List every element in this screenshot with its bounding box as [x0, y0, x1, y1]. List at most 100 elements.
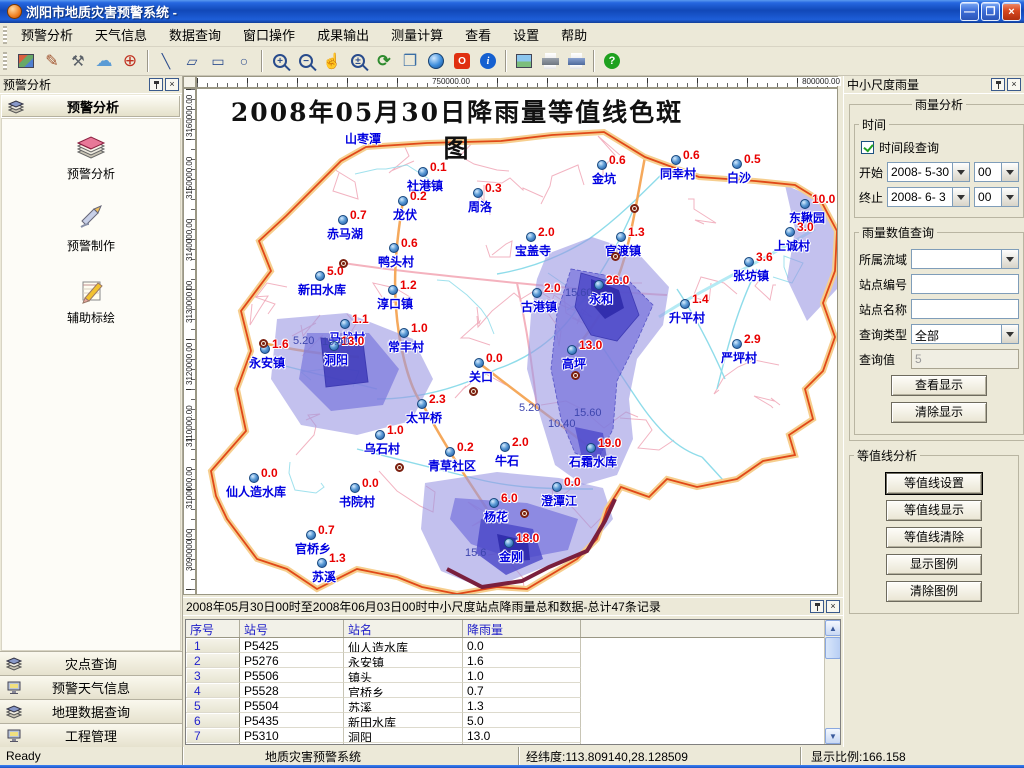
tool-item-2[interactable]: 预警制作: [2, 199, 180, 261]
left-panel-pin-icon[interactable]: [149, 78, 163, 91]
end-date-select[interactable]: 2008- 6- 3: [887, 187, 970, 207]
show-legend-button[interactable]: 显示图例: [886, 554, 982, 575]
show-display-button[interactable]: 查看显示: [891, 375, 987, 396]
map-canvas[interactable]: 2008年05月30日降雨量等值线色斑图 山枣潭0.1社港镇0.3周洛0.6金坑…: [196, 88, 838, 595]
menu-item-4[interactable]: 窗口操作: [232, 22, 306, 47]
station-id-input[interactable]: [911, 274, 1019, 294]
right-panel-close-icon[interactable]: ×: [1007, 78, 1021, 91]
table-row[interactable]: 3P5506镇头1.0: [186, 668, 840, 683]
table-row[interactable]: 8P5315马战村1.1: [186, 743, 840, 745]
station-marker[interactable]: [474, 358, 484, 368]
sidebar-item-4[interactable]: 工程管理: [0, 723, 182, 747]
station-marker[interactable]: [594, 280, 604, 290]
table-row[interactable]: 7P5310洞阳13.0: [186, 728, 840, 743]
hammer-icon[interactable]: ⚒: [66, 49, 90, 73]
chevron-down-icon[interactable]: [952, 188, 969, 206]
station-marker[interactable]: [586, 443, 596, 453]
clear-display-button[interactable]: 清除显示: [891, 402, 987, 423]
layers-map-icon[interactable]: [14, 49, 38, 73]
menu-item-5[interactable]: 成果输出: [306, 22, 380, 47]
station-marker[interactable]: [552, 482, 562, 492]
menu-item-2[interactable]: 天气信息: [84, 22, 158, 47]
clear-legend-button[interactable]: 清除图例: [886, 581, 982, 602]
contour-clear-button[interactable]: 等值线清除: [886, 527, 982, 548]
title-bar[interactable]: 浏阳市地质灾害预警系统 - — ❐ ×: [0, 0, 1024, 23]
chevron-down-icon[interactable]: [1001, 250, 1018, 268]
start-date-select[interactable]: 2008- 5-30: [887, 162, 970, 182]
zoom-in-icon[interactable]: +: [268, 49, 292, 73]
crosshair-icon[interactable]: ⊕: [118, 49, 142, 73]
station-marker[interactable]: [732, 339, 742, 349]
contour-settings-button[interactable]: 等值线设置: [886, 473, 982, 494]
station-marker[interactable]: [417, 399, 427, 409]
station-name-input[interactable]: [911, 299, 1019, 319]
tool-item-3[interactable]: 辅助标绘: [2, 271, 180, 333]
station-marker[interactable]: [800, 199, 810, 209]
maximize-button[interactable]: ❐: [981, 2, 1000, 21]
sidebar-item-1[interactable]: 灾点查询: [0, 651, 182, 675]
globe-icon[interactable]: [424, 49, 448, 73]
zoom-out-icon[interactable]: −: [294, 49, 318, 73]
sidebar-item-2[interactable]: 预警天气信息: [0, 675, 182, 699]
chevron-down-icon[interactable]: [952, 163, 969, 181]
stop-icon[interactable]: O: [450, 49, 474, 73]
station-marker[interactable]: [398, 196, 408, 206]
sidebar-item-3[interactable]: 地理数据查询: [0, 699, 182, 723]
station-marker[interactable]: [315, 271, 325, 281]
left-panel-close-icon[interactable]: ×: [165, 78, 179, 91]
station-marker[interactable]: [532, 288, 542, 298]
station-marker[interactable]: [418, 167, 428, 177]
station-marker[interactable]: [350, 483, 360, 493]
menu-item-8[interactable]: 设置: [502, 22, 550, 47]
help-icon[interactable]: ?: [600, 49, 624, 73]
station-marker[interactable]: [616, 232, 626, 242]
zoom-extent-icon[interactable]: ±: [346, 49, 370, 73]
print-icon[interactable]: [538, 49, 562, 73]
chevron-down-icon[interactable]: [1001, 325, 1018, 343]
table-row[interactable]: 2P5276永安镇1.6: [186, 653, 840, 668]
station-marker[interactable]: [489, 498, 499, 508]
station-marker[interactable]: [680, 299, 690, 309]
contour-show-button[interactable]: 等值线显示: [886, 500, 982, 521]
station-marker[interactable]: [732, 159, 742, 169]
station-marker[interactable]: [375, 430, 385, 440]
ellipse-tool-icon[interactable]: ○: [232, 49, 256, 73]
table-panel-pin-icon[interactable]: [810, 600, 824, 613]
station-marker[interactable]: [306, 530, 316, 540]
chevron-down-icon[interactable]: [1001, 188, 1018, 206]
station-marker[interactable]: [389, 243, 399, 253]
table-row[interactable]: 4P5528官桥乡0.7: [186, 683, 840, 698]
table-panel-close-icon[interactable]: ×: [826, 600, 840, 613]
refresh-page-icon[interactable]: ⟳: [372, 49, 396, 73]
menu-item-3[interactable]: 数据查询: [158, 22, 232, 47]
left-section-header[interactable]: 预警分析: [1, 95, 181, 118]
cloud-icon[interactable]: ☁: [92, 49, 116, 73]
station-marker[interactable]: [445, 447, 455, 457]
print-preview-icon[interactable]: [564, 49, 588, 73]
table-scrollbar[interactable]: ▲ ▼: [824, 620, 840, 744]
polygon-tool-icon[interactable]: ▱: [180, 49, 204, 73]
end-hour-select[interactable]: 00: [974, 187, 1019, 207]
station-marker[interactable]: [388, 285, 398, 295]
station-marker[interactable]: [526, 232, 536, 242]
tool-item-1[interactable]: 预警分析: [2, 127, 180, 189]
time-range-checkbox[interactable]: [861, 141, 874, 154]
table-row[interactable]: 5P5504苏溪1.3: [186, 698, 840, 713]
start-hour-select[interactable]: 00: [974, 162, 1019, 182]
menu-grip[interactable]: [3, 26, 7, 44]
pan-hand-icon[interactable]: ☝: [320, 49, 344, 73]
basin-select[interactable]: [911, 249, 1019, 269]
line-tool-icon[interactable]: ╲: [154, 49, 178, 73]
menu-item-7[interactable]: 查看: [454, 22, 502, 47]
chevron-down-icon[interactable]: [1001, 163, 1018, 181]
station-marker[interactable]: [597, 160, 607, 170]
station-marker[interactable]: [340, 319, 350, 329]
query-type-select[interactable]: 全部: [911, 324, 1019, 344]
station-marker[interactable]: [567, 345, 577, 355]
close-button[interactable]: ×: [1002, 2, 1021, 21]
station-marker[interactable]: [399, 328, 409, 338]
station-marker[interactable]: [504, 538, 514, 548]
station-marker[interactable]: [671, 155, 681, 165]
table-row[interactable]: 6P5435新田水库5.0: [186, 713, 840, 728]
station-marker[interactable]: [317, 558, 327, 568]
